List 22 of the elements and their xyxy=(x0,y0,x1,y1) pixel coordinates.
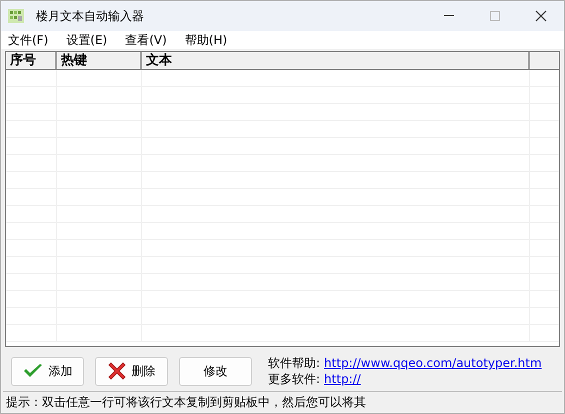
maximize-icon xyxy=(490,11,500,21)
close-icon xyxy=(535,10,547,22)
menu-item[interactable]: 文件(F) xyxy=(6,31,50,49)
checkmark-icon xyxy=(22,363,42,379)
window-title: 楼月文本自动输入器 xyxy=(36,8,144,25)
link-label: 软件帮助: xyxy=(268,355,320,371)
link-label: 更多软件: xyxy=(268,371,320,387)
close-icon xyxy=(108,362,126,380)
website-link[interactable]: http://www.qqeo.com/autotyper.htm xyxy=(324,355,542,371)
column-header[interactable]: 序号 xyxy=(6,52,57,69)
delete-button[interactable]: 删除 xyxy=(95,356,168,386)
column-header[interactable]: 文本 xyxy=(142,52,530,69)
app-icon xyxy=(8,9,24,23)
menu-item[interactable]: 查看(V) xyxy=(123,31,169,49)
status-text: 提示：双击任意一行可将该行文本复制到剪贴板中，然后您可以将其 xyxy=(6,394,366,410)
edit-button[interactable]: 修改 xyxy=(179,356,252,386)
minimize-icon xyxy=(444,15,454,17)
column-header[interactable]: 热键 xyxy=(57,52,142,69)
website-link[interactable]: http:// xyxy=(324,371,361,387)
menu-item[interactable]: 设置(E) xyxy=(64,31,110,49)
add-button[interactable]: 添加 xyxy=(11,356,84,386)
menu-item[interactable]: 帮助(H) xyxy=(182,31,230,49)
